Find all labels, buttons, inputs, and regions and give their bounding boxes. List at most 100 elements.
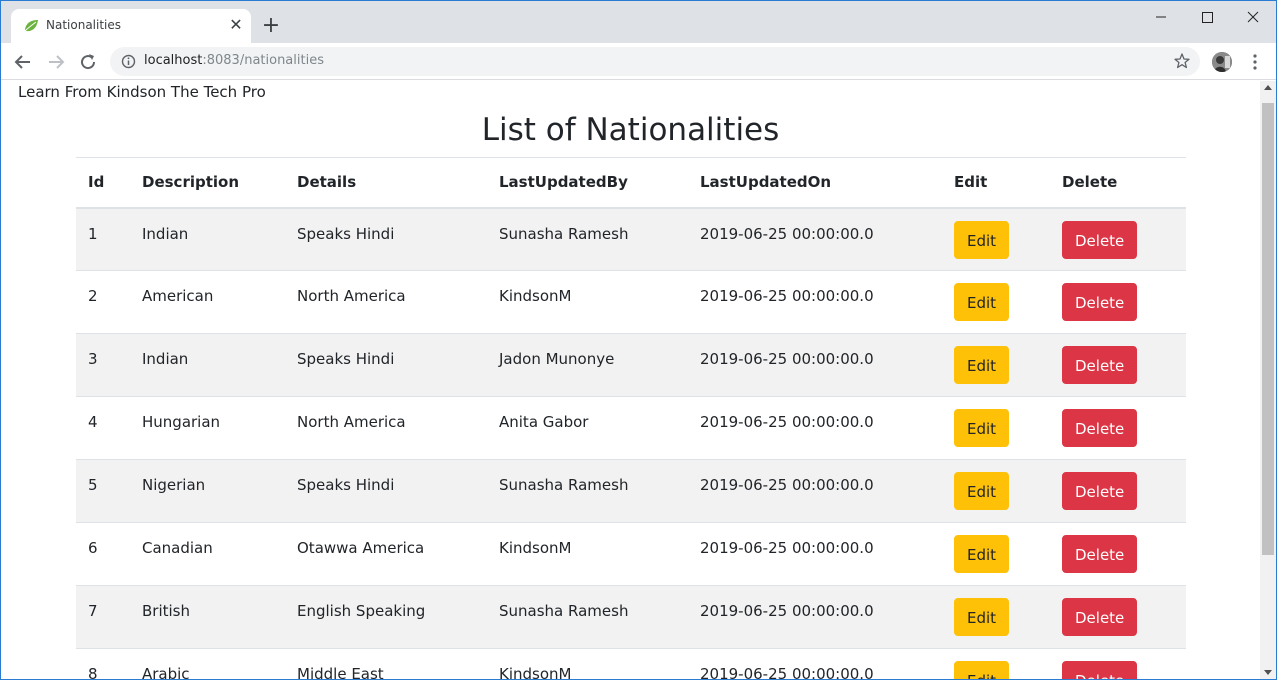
cell-details: Middle East (285, 648, 487, 679)
table-row: 7 British English Speaking Sunasha Rames… (76, 585, 1186, 649)
cell-last-updated-on: 2019-06-25 00:00:00.0 (688, 333, 942, 397)
delete-button[interactable]: Delete (1062, 346, 1138, 384)
delete-button[interactable]: Delete (1062, 535, 1138, 573)
tab-strip: Nationalities ✕ + (1, 1, 1276, 43)
cell-edit: Edit (942, 522, 1050, 586)
table-row: 1 Indian Speaks Hindi Sunasha Ramesh 201… (76, 207, 1186, 271)
cell-last-updated-by: Jadon Munonye (487, 333, 688, 397)
nationalities-table: Id Description Details LastUpdatedBy Las… (76, 157, 1186, 679)
cell-last-updated-by: Sunasha Ramesh (487, 207, 688, 271)
cell-edit: Edit (942, 459, 1050, 523)
cell-edit: Edit (942, 333, 1050, 397)
star-icon[interactable] (1173, 52, 1191, 70)
column-header-last-updated-on: LastUpdatedOn (688, 157, 942, 209)
cell-description: Indian (130, 333, 285, 397)
kebab-menu-icon[interactable] (1247, 52, 1263, 72)
close-icon[interactable]: ✕ (226, 15, 246, 35)
avatar[interactable] (1212, 52, 1232, 72)
edit-button[interactable]: Edit (954, 598, 1010, 636)
cell-description: American (130, 270, 285, 334)
brand-text: Learn From Kindson The Tech Pro (18, 83, 266, 101)
table-body: 1 Indian Speaks Hindi Sunasha Ramesh 201… (76, 207, 1186, 679)
table-row: 3 Indian Speaks Hindi Jadon Munonye 2019… (76, 333, 1186, 397)
cell-delete: Delete (1050, 333, 1186, 397)
page-viewport: Learn From Kindson The Tech Pro List of … (1, 81, 1260, 679)
cell-id: 7 (76, 585, 130, 649)
edit-button[interactable]: Edit (954, 661, 1010, 679)
edit-button[interactable]: Edit (954, 409, 1010, 447)
cell-last-updated-on: 2019-06-25 00:00:00.0 (688, 270, 942, 334)
cell-id: 2 (76, 270, 130, 334)
column-header-delete: Delete (1050, 157, 1186, 209)
cell-details: Speaks Hindi (285, 207, 487, 271)
cell-id: 1 (76, 207, 130, 271)
cell-delete: Delete (1050, 270, 1186, 334)
cell-details: English Speaking (285, 585, 487, 649)
minimize-icon[interactable] (1138, 3, 1184, 31)
column-header-edit: Edit (942, 157, 1050, 209)
table-row: 2 American North America KindsonM 2019-0… (76, 270, 1186, 334)
scrollbar-thumb[interactable] (1262, 103, 1274, 555)
maximize-icon[interactable] (1184, 3, 1230, 31)
cell-delete: Delete (1050, 396, 1186, 460)
cell-last-updated-on: 2019-06-25 00:00:00.0 (688, 207, 942, 271)
edit-button[interactable]: Edit (954, 220, 1010, 259)
cell-last-updated-on: 2019-06-25 00:00:00.0 (688, 522, 942, 586)
cell-details: North America (285, 396, 487, 460)
cell-last-updated-by: KindsonM (487, 522, 688, 586)
cell-details: Speaks Hindi (285, 459, 487, 523)
edit-button[interactable]: Edit (954, 535, 1010, 573)
cell-delete: Delete (1050, 459, 1186, 523)
window-close-icon[interactable] (1230, 3, 1276, 31)
cell-last-updated-by: Sunasha Ramesh (487, 459, 688, 523)
cell-edit: Edit (942, 648, 1050, 679)
column-header-last-updated-by: LastUpdatedBy (487, 157, 688, 209)
edit-button[interactable]: Edit (954, 472, 1010, 510)
tab-nationalities[interactable]: Nationalities ✕ (11, 9, 251, 43)
url-path: :8083/nationalities (202, 53, 324, 68)
cell-last-updated-by: Sunasha Ramesh (487, 585, 688, 649)
scroll-down-arrow-icon[interactable] (1264, 670, 1272, 675)
delete-button[interactable]: Delete (1062, 409, 1138, 447)
cell-delete: Delete (1050, 522, 1186, 586)
plus-icon[interactable]: + (259, 14, 283, 38)
edit-button[interactable]: Edit (954, 346, 1010, 384)
delete-button[interactable]: Delete (1062, 661, 1138, 679)
cell-last-updated-on: 2019-06-25 00:00:00.0 (688, 459, 942, 523)
browser-window: Nationalities ✕ + localhost:8083/nationa… (0, 0, 1277, 680)
column-header-details: Details (285, 157, 487, 209)
url-text: localhost:8083/nationalities (144, 53, 324, 68)
arrow-right-icon[interactable] (44, 50, 68, 74)
cell-edit: Edit (942, 396, 1050, 460)
delete-button[interactable]: Delete (1062, 598, 1138, 636)
arrow-left-icon[interactable] (11, 50, 35, 74)
url-host: localhost (144, 53, 203, 68)
cell-last-updated-on: 2019-06-25 00:00:00.0 (688, 585, 942, 649)
cell-delete: Delete (1050, 207, 1186, 271)
cell-details: Otawwa America (285, 522, 487, 586)
table-header-row: Id Description Details LastUpdatedBy Las… (76, 157, 1186, 209)
info-icon[interactable] (121, 54, 136, 69)
edit-button[interactable]: Edit (954, 283, 1010, 321)
table-row: 8 Arabic Middle East KindsonM 2019-06-25… (76, 648, 1186, 679)
tab-title: Nationalities (46, 18, 122, 32)
cell-description: British (130, 585, 285, 649)
column-header-id: Id (76, 157, 130, 209)
cell-last-updated-on: 2019-06-25 00:00:00.0 (688, 648, 942, 679)
delete-button[interactable]: Delete (1062, 283, 1138, 321)
cell-description: Nigerian (130, 459, 285, 523)
cell-delete: Delete (1050, 648, 1186, 679)
vertical-scrollbar[interactable] (1260, 81, 1276, 679)
spring-leaf-icon (24, 20, 38, 32)
scroll-up-arrow-icon[interactable] (1264, 85, 1272, 90)
cell-id: 4 (76, 396, 130, 460)
delete-button[interactable]: Delete (1062, 472, 1138, 510)
cell-edit: Edit (942, 585, 1050, 649)
cell-last-updated-by: Anita Gabor (487, 396, 688, 460)
cell-last-updated-on: 2019-06-25 00:00:00.0 (688, 396, 942, 460)
delete-button[interactable]: Delete (1062, 220, 1138, 259)
reload-icon[interactable] (76, 50, 100, 74)
cell-description: Indian (130, 207, 285, 271)
address-bar[interactable]: localhost:8083/nationalities (110, 47, 1200, 76)
cell-id: 3 (76, 333, 130, 397)
